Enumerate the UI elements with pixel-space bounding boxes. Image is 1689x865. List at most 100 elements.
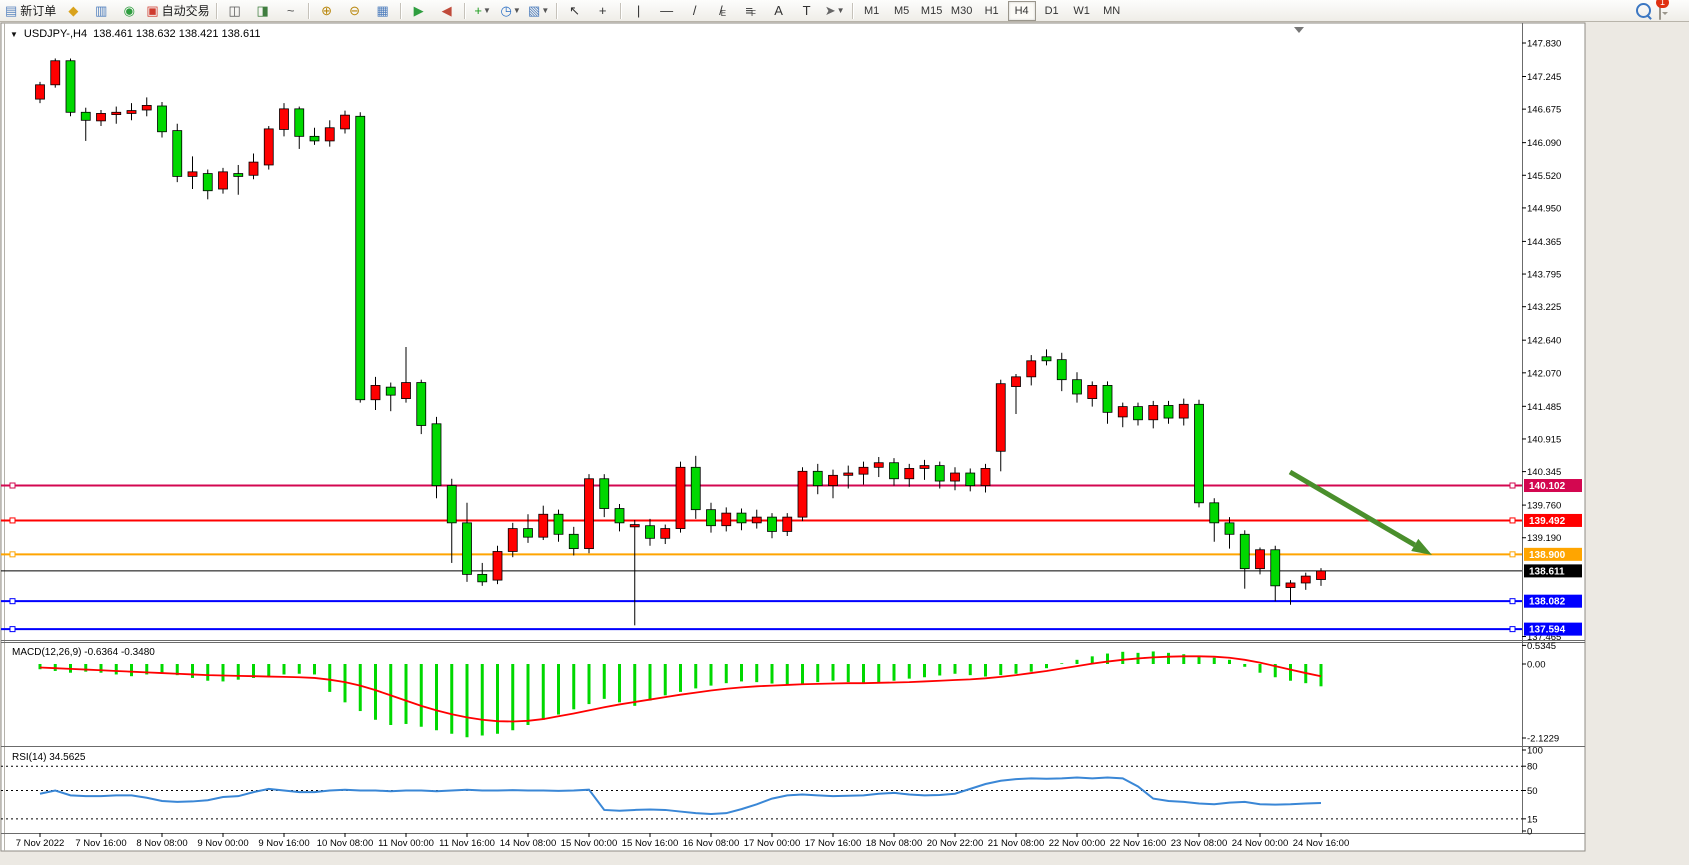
main-toolbar: ▤新订单◆▥◉▣自动交易◫◨~⊕⊖▦▶◀+▼◷▼▧▼↖+|—//E≡FAT➤▼ …: [0, 0, 1689, 22]
crosshair-button[interactable]: +: [589, 0, 617, 22]
trendline-button[interactable]: /: [681, 0, 709, 22]
time-tick-label: 18 Nov 08:00: [866, 838, 923, 849]
signals-icon[interactable]: ◉: [115, 0, 143, 22]
candle-body: [646, 526, 655, 539]
candle-body: [36, 85, 45, 99]
auto-scroll-button-icon: ▶: [414, 1, 424, 21]
candle-body: [478, 574, 487, 581]
candle-body: [615, 509, 624, 523]
text-button[interactable]: A: [765, 0, 793, 22]
timeframe-w1[interactable]: W1: [1068, 1, 1096, 21]
horizontal-line-button-icon: —: [660, 1, 673, 21]
chart-shift-button[interactable]: ◀: [433, 0, 461, 22]
candle-body: [280, 109, 289, 130]
symbol-dropdown-icon[interactable]: ▼: [10, 30, 18, 39]
candle-body: [1286, 583, 1295, 588]
fibonacci-button[interactable]: ≡F: [737, 0, 765, 22]
candle-body: [142, 105, 151, 110]
line-chart-button[interactable]: ~: [277, 0, 305, 22]
zoom-out-button[interactable]: ⊖: [341, 0, 369, 22]
new-order-button[interactable]: ▤新订单: [2, 0, 59, 22]
candle-body: [707, 510, 716, 526]
candle-body: [1103, 385, 1112, 412]
candle-body: [996, 384, 1005, 452]
indicators-button[interactable]: +▼: [469, 0, 497, 22]
candle-body: [264, 129, 273, 165]
chart-window[interactable]: ▼ USDJPY-,H4 138.461 138.632 138.421 138…: [0, 22, 1689, 860]
tile-windows-button[interactable]: ▦: [369, 0, 397, 22]
periods-button[interactable]: ◷▼: [497, 0, 525, 22]
time-tick-label: 15 Nov 00:00: [561, 838, 618, 849]
signals-icon-icon: ◉: [124, 1, 135, 21]
price-chart-canvas[interactable]: 147.830147.245146.675146.090145.520144.9…: [0, 22, 1689, 860]
candle-body: [1134, 407, 1143, 420]
candle-body: [905, 468, 914, 478]
candle-body: [829, 475, 838, 485]
bar-chart-button-icon: ◫: [228, 1, 240, 21]
text-label-button[interactable]: T: [793, 0, 821, 22]
time-tick-label: 20 Nov 22:00: [927, 838, 984, 849]
candle-body: [1225, 523, 1234, 534]
chart-title: ▼ USDJPY-,H4 138.461 138.632 138.421 138…: [10, 28, 261, 40]
candle-body: [676, 467, 685, 528]
candle-body: [722, 513, 731, 526]
candle-body: [554, 514, 563, 534]
candlestick-chart-button[interactable]: ◨: [249, 0, 277, 22]
time-tick-label: 22 Nov 00:00: [1049, 838, 1106, 849]
channel-button[interactable]: /E: [709, 0, 737, 22]
price-line-label: 139.492: [1529, 516, 1566, 527]
market-watch-icon[interactable]: ◆: [59, 0, 87, 22]
chart-plot-background[interactable]: [1, 23, 1585, 851]
candle-body: [813, 471, 822, 485]
rsi-axis-label: 80: [1527, 762, 1538, 773]
cursor-button[interactable]: ↖: [561, 0, 589, 22]
timeframe-m1[interactable]: M1: [858, 1, 886, 21]
time-tick-label: 23 Nov 08:00: [1171, 838, 1228, 849]
timeframe-h1[interactable]: H1: [978, 1, 1006, 21]
chart-ohlc-values: 138.461 138.632 138.421 138.611: [93, 28, 260, 40]
time-tick-label: 14 Nov 08:00: [500, 838, 557, 849]
bar-chart-button[interactable]: ◫: [221, 0, 249, 22]
timeframe-mn[interactable]: MN: [1098, 1, 1126, 21]
candle-body: [1195, 404, 1204, 502]
data-window-icon[interactable]: ▥: [87, 0, 115, 22]
notifications-button[interactable]: 1: [1659, 2, 1661, 20]
chevron-down-icon: ▼: [483, 1, 491, 21]
price-tick-label: 140.345: [1527, 467, 1561, 478]
candle-body: [97, 113, 106, 120]
data-window-icon-icon: ▥: [95, 1, 107, 21]
candle-body: [1073, 380, 1082, 394]
candle-body: [1301, 576, 1310, 583]
templates-button[interactable]: ▧▼: [525, 0, 553, 22]
timeframe-h4[interactable]: H4: [1008, 1, 1036, 21]
hline-handle: [10, 627, 15, 632]
text-button-icon: A: [774, 1, 783, 21]
sep2: [308, 3, 310, 19]
price-tick-label: 143.225: [1527, 302, 1561, 313]
timeframe-m5[interactable]: M5: [888, 1, 916, 21]
timeframe-buttons: M1M5M15M30H1H4D1W1MN: [857, 1, 1127, 21]
search-icon[interactable]: [1636, 3, 1651, 18]
vertical-line-button[interactable]: |: [625, 0, 653, 22]
candle-body: [249, 162, 258, 175]
price-tick-label: 142.070: [1527, 368, 1561, 379]
time-tick-label: 8 Nov 08:00: [136, 838, 187, 849]
horizontal-line-button[interactable]: —: [653, 0, 681, 22]
timeframe-m30[interactable]: M30: [948, 1, 976, 21]
candle-body: [951, 473, 960, 481]
time-tick-label: 17 Nov 16:00: [805, 838, 862, 849]
auto-trading-button[interactable]: ▣自动交易: [143, 0, 212, 22]
hline-handle: [1510, 599, 1515, 604]
timeframe-m15[interactable]: M15: [918, 1, 946, 21]
candle-body: [341, 115, 350, 129]
candle-body: [920, 466, 929, 469]
market-watch-icon-icon: ◆: [68, 1, 78, 21]
arrows-button[interactable]: ➤▼: [821, 0, 849, 22]
candle-body: [935, 466, 944, 481]
zoom-in-button[interactable]: ⊕: [313, 0, 341, 22]
toolbar-separator: [852, 3, 854, 19]
timeframe-d1[interactable]: D1: [1038, 1, 1066, 21]
auto-scroll-button[interactable]: ▶: [405, 0, 433, 22]
chart-shift-button-icon: ◀: [442, 1, 452, 21]
candle-body: [371, 385, 380, 399]
